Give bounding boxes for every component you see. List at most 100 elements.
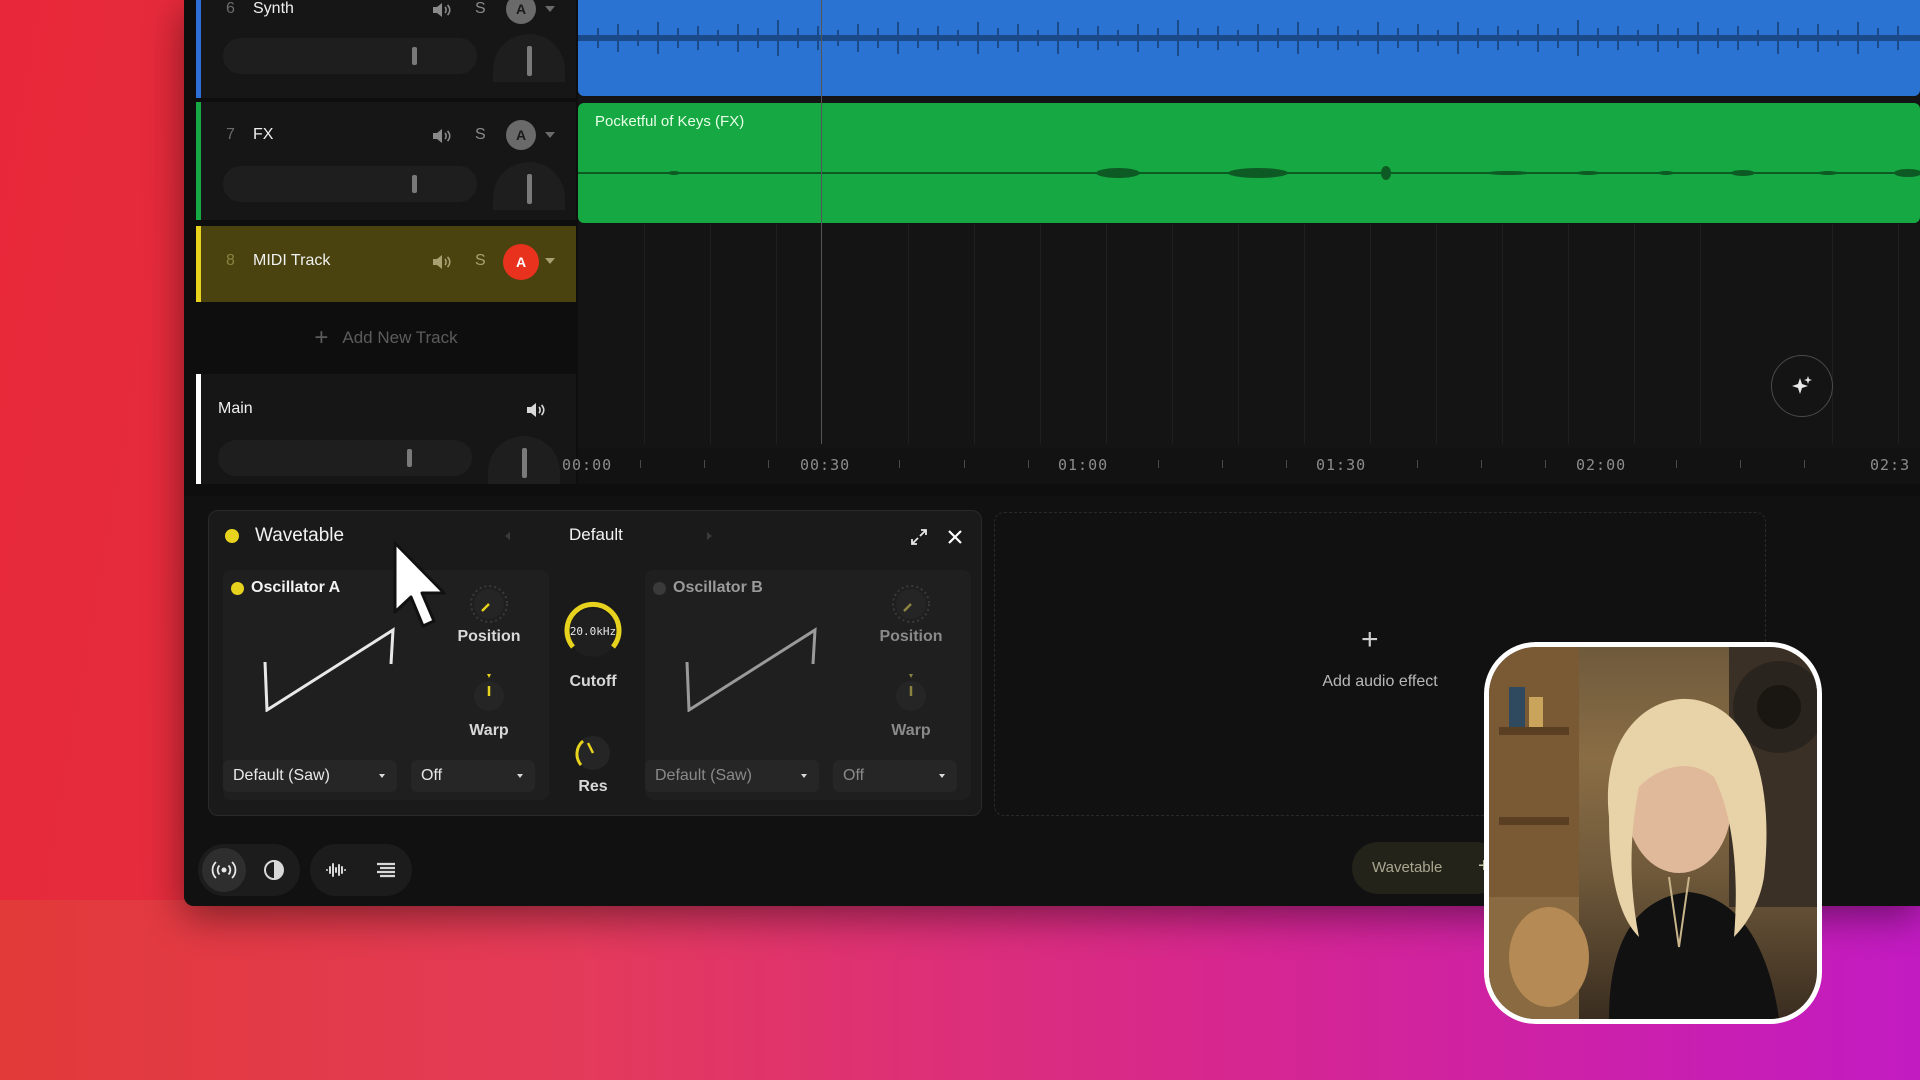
position-knob[interactable]: [891, 584, 931, 624]
waveform: [578, 20, 1920, 56]
list-icon: [377, 862, 395, 878]
add-new-track-button[interactable]: + Add New Track: [196, 306, 576, 370]
chevron-down-icon[interactable]: [545, 258, 555, 264]
presenter-video: [1489, 647, 1817, 1019]
grid-line: [1700, 224, 1701, 444]
device-power-indicator[interactable]: [225, 529, 239, 543]
grid-line: [776, 224, 777, 444]
solo-button[interactable]: S: [475, 252, 486, 270]
chevron-down-icon[interactable]: [545, 132, 555, 138]
solo-button[interactable]: S: [475, 126, 486, 144]
preset-prev-icon[interactable]: [505, 532, 510, 540]
warp-knob[interactable]: [891, 674, 931, 714]
mouse-cursor-icon: [393, 541, 446, 628]
waveform: [578, 166, 1920, 180]
arrangement-view[interactable]: Pocketful of Keys (FX) 00:00 00:30 01:00…: [562, 0, 1920, 484]
contrast-icon: [264, 860, 284, 880]
pan-knob[interactable]: [488, 436, 560, 484]
speaker-icon[interactable]: [429, 0, 453, 22]
speaker-icon[interactable]: [429, 250, 453, 274]
chevron-down-icon[interactable]: [545, 6, 555, 12]
fader-thumb[interactable]: [412, 175, 417, 193]
ruler-label: 01:00: [1058, 456, 1109, 474]
osc-power-indicator[interactable]: [231, 582, 244, 595]
solo-button[interactable]: S: [475, 0, 486, 18]
audio-clip-fx[interactable]: Pocketful of Keys (FX): [578, 103, 1920, 223]
mode-select-value: Off: [421, 767, 443, 784]
arm-button-active[interactable]: A: [503, 244, 539, 280]
grid-line: [1370, 224, 1371, 444]
track-main[interactable]: Main: [196, 374, 576, 484]
timeline-ruler[interactable]: 00:00 00:30 01:00 01:30 02:00 02:3: [562, 448, 1920, 484]
wave-select[interactable]: Default (Saw): [645, 760, 819, 792]
grid-line: [1634, 224, 1635, 444]
playhead[interactable]: [821, 0, 822, 444]
plus-icon: +: [1361, 623, 1379, 656]
ruler-label: 00:30: [800, 456, 851, 474]
warp-label: Warp: [469, 722, 509, 739]
pan-knob[interactable]: [493, 34, 565, 82]
track-name[interactable]: FX: [253, 126, 273, 144]
close-icon[interactable]: [941, 523, 969, 551]
waveform-icon: [326, 863, 346, 877]
grid-line: [1502, 224, 1503, 444]
volume-fader[interactable]: [223, 166, 477, 202]
ruler-label: 01:30: [1316, 456, 1367, 474]
arm-button[interactable]: A: [506, 0, 536, 24]
ai-assist-button[interactable]: [1771, 355, 1833, 417]
preset-next-icon[interactable]: [707, 532, 712, 540]
theme-toggle-button[interactable]: [252, 848, 296, 892]
track-synth[interactable]: 6 Synth S A: [196, 0, 576, 98]
track-name[interactable]: MIDI Track: [253, 252, 330, 270]
track-number: 8: [226, 252, 235, 269]
fader-thumb[interactable]: [412, 47, 417, 65]
caret-down-icon: [517, 774, 523, 778]
mode-select[interactable]: Off: [833, 760, 957, 792]
track-name[interactable]: Synth: [253, 0, 294, 18]
osc-power-indicator[interactable]: [653, 582, 666, 595]
pan-knob[interactable]: [493, 162, 565, 210]
grid-line: [1898, 224, 1899, 444]
fader-thumb[interactable]: [407, 449, 412, 467]
track-number: 7: [226, 126, 235, 143]
osc-name: Oscillator A: [251, 579, 341, 596]
volume-fader[interactable]: [218, 440, 472, 476]
broadcast-button[interactable]: [202, 848, 246, 892]
warp-knob[interactable]: [469, 674, 509, 714]
mode-select[interactable]: Off: [411, 760, 535, 792]
grid-line: [974, 224, 975, 444]
grid-line: [1304, 224, 1305, 444]
track-midi[interactable]: 8 MIDI Track S A: [196, 226, 576, 302]
track-fx[interactable]: 7 FX S A: [196, 102, 576, 220]
pan-needle: [527, 174, 532, 204]
track-number: 6: [226, 0, 235, 17]
wavetable-chip[interactable]: Wavetable +: [1352, 842, 1502, 894]
main-controls: [196, 374, 576, 484]
wave-select[interactable]: Default (Saw): [223, 760, 397, 792]
position-knob[interactable]: [469, 584, 509, 624]
speaker-icon[interactable]: [429, 124, 453, 148]
arm-button[interactable]: A: [506, 120, 536, 150]
expand-icon[interactable]: [905, 523, 933, 551]
oscillator-b: Oscillator B Position Warp Default (Saw)…: [645, 570, 971, 800]
toolbar-group-left: [198, 844, 300, 896]
pan-needle: [522, 448, 527, 478]
grid-line: [1436, 224, 1437, 444]
grid-line: [1040, 224, 1041, 444]
broadcast-icon: [211, 861, 237, 879]
preset-name[interactable]: Default: [569, 525, 623, 545]
mixer-view-button[interactable]: [364, 848, 408, 892]
caret-down-icon: [939, 774, 945, 778]
res-knob[interactable]: [571, 731, 615, 775]
track-list: 6 Synth S A 7 FX S A 8 MIDI Track S A + …: [196, 0, 576, 484]
wavetable-device[interactable]: Wavetable Default Oscillator A Position …: [208, 510, 982, 816]
volume-fader[interactable]: [223, 38, 477, 74]
audio-clip-synth[interactable]: [578, 0, 1920, 96]
wave-select-value: Default (Saw): [233, 767, 330, 784]
add-audio-effect-label: Add audio effect: [1322, 673, 1438, 690]
add-track-label: Add New Track: [342, 328, 458, 347]
waveform-view-button[interactable]: [314, 848, 358, 892]
chip-label: Wavetable: [1372, 859, 1443, 876]
osc-name: Oscillator B: [673, 579, 763, 596]
ruler-label: 02:00: [1576, 456, 1627, 474]
